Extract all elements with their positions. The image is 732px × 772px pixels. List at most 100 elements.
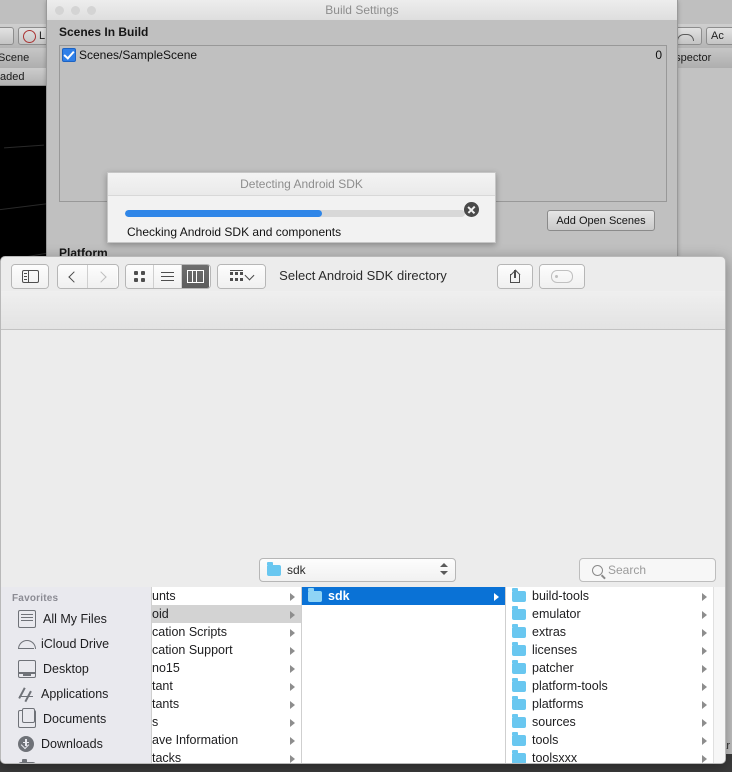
- scene-index-label: 0: [655, 48, 662, 62]
- file-row[interactable]: extras: [506, 623, 713, 641]
- folder-icon: [512, 749, 526, 763]
- disclosure-triangle-icon[interactable]: [702, 719, 707, 727]
- file-row[interactable]: tants: [152, 695, 301, 713]
- sdk-column[interactable]: build-tools emulator extras licenses patcher…: [506, 587, 714, 764]
- disclosure-triangle-icon[interactable]: [494, 593, 499, 601]
- navigation-buttons[interactable]: [57, 264, 119, 289]
- sidebar-toggle-icon: [21, 270, 39, 283]
- file-row-label: sources: [532, 715, 576, 729]
- sidebar-toggle-button[interactable]: [11, 264, 49, 289]
- file-row[interactable]: tant: [152, 677, 301, 695]
- back-button[interactable]: [58, 265, 87, 288]
- column-browser: Favorites All My Files iCloud Drive Desk…: [1, 587, 725, 764]
- file-row-label: platforms: [532, 697, 584, 711]
- disclosure-triangle-icon[interactable]: [702, 629, 707, 637]
- file-row[interactable]: cation Scripts: [152, 623, 301, 641]
- file-row[interactable]: oid: [152, 605, 301, 623]
- disclosure-triangle-icon[interactable]: [702, 701, 707, 709]
- tab-scene[interactable]: Scene: [0, 48, 35, 68]
- disclosure-triangle-icon[interactable]: [290, 647, 295, 655]
- tag-button: [539, 264, 585, 289]
- arrange-grid-icon: [230, 269, 243, 282]
- file-row[interactable]: licenses: [506, 641, 713, 659]
- sidebar-item-icloud-drive[interactable]: iCloud Drive: [1, 631, 151, 656]
- sidebar-item-downloads[interactable]: Downloads: [1, 731, 151, 756]
- disclosure-triangle-icon[interactable]: [290, 719, 295, 727]
- file-row[interactable]: tools: [506, 731, 713, 749]
- cancel-x-icon[interactable]: [464, 202, 479, 217]
- disclosure-triangle-icon[interactable]: [702, 647, 707, 655]
- scene-enabled-checkbox[interactable]: [62, 48, 76, 62]
- file-row[interactable]: sources: [506, 713, 713, 731]
- tag-icon: [551, 270, 573, 283]
- disclosure-triangle-icon[interactable]: [702, 611, 707, 619]
- column-view-icon: [187, 270, 204, 283]
- file-row-label: tacks: [152, 751, 182, 764]
- file-row[interactable]: tacks: [152, 749, 301, 764]
- disclosure-triangle-icon[interactable]: [290, 701, 295, 709]
- disclosure-triangle-icon[interactable]: [290, 593, 295, 601]
- path-popup-button[interactable]: sdk: [259, 558, 456, 582]
- detecting-android-sdk-dialog: Detecting Android SDK Checking Android S…: [107, 172, 496, 243]
- disclosure-triangle-icon[interactable]: [290, 737, 295, 745]
- disclosure-triangle-icon[interactable]: [290, 683, 295, 691]
- panel-sidebar[interactable]: Favorites All My Files iCloud Drive Desk…: [1, 587, 152, 764]
- library-column[interactable]: unts oid cation Scripts cation Support no15 t…: [152, 587, 302, 764]
- file-row[interactable]: toolsxxx: [506, 749, 713, 764]
- file-row[interactable]: emulator: [506, 605, 713, 623]
- file-row[interactable]: no15: [152, 659, 301, 677]
- sidebar-item-label: Pictures: [43, 762, 88, 764]
- file-row[interactable]: ave Information: [152, 731, 301, 749]
- android-column[interactable]: sdk: [302, 587, 506, 763]
- file-row-label: toolsxxx: [532, 751, 578, 764]
- file-row[interactable]: unts: [152, 587, 301, 605]
- scene-list-row[interactable]: Scenes/SampleScene 0: [60, 46, 666, 64]
- disclosure-triangle-icon[interactable]: [702, 593, 707, 601]
- file-row-label: unts: [152, 589, 176, 603]
- view-columns-button[interactable]: [181, 265, 209, 288]
- file-row[interactable]: patcher: [506, 659, 713, 677]
- disclosure-triangle-icon[interactable]: [702, 683, 707, 691]
- sidebar-item-pictures[interactable]: Pictures: [1, 756, 151, 764]
- view-list-button[interactable]: [153, 265, 181, 288]
- disclosure-triangle-icon[interactable]: [702, 755, 707, 763]
- file-row[interactable]: cation Support: [152, 641, 301, 659]
- sidebar-item-all-my-files[interactable]: All My Files: [1, 606, 151, 631]
- disclosure-triangle-icon[interactable]: [290, 665, 295, 673]
- arrange-by-button[interactable]: [217, 264, 266, 289]
- desktop-icon: [18, 659, 36, 678]
- file-row[interactable]: s: [152, 713, 301, 731]
- view-mode-buttons[interactable]: [125, 264, 211, 289]
- sidebar-item-desktop[interactable]: Desktop: [1, 656, 151, 681]
- folder-icon: [267, 561, 281, 576]
- disclosure-triangle-icon[interactable]: [290, 611, 295, 619]
- disclosure-triangle-icon[interactable]: [702, 737, 707, 745]
- unity-account-button[interactable]: Ac: [706, 27, 732, 45]
- forward-button: [87, 265, 117, 288]
- file-row-label: extras: [532, 625, 567, 639]
- build-settings-titlebar[interactable]: Build Settings: [47, 0, 677, 21]
- sidebar-item-documents[interactable]: Documents: [1, 706, 151, 731]
- file-row[interactable]: build-tools: [506, 587, 713, 605]
- column-scrollbar[interactable]: [713, 587, 725, 763]
- unity-transform-tool-button[interactable]: t: [0, 27, 14, 45]
- disclosure-triangle-icon[interactable]: [290, 629, 295, 637]
- file-row[interactable]: platform-tools: [506, 677, 713, 695]
- view-icons-button[interactable]: [126, 265, 153, 288]
- folder-icon: [512, 731, 526, 746]
- sidebar-item-applications[interactable]: Applications: [1, 681, 151, 706]
- file-row[interactable]: platforms: [506, 695, 713, 713]
- file-row[interactable]: sdk: [302, 587, 505, 605]
- disclosure-triangle-icon[interactable]: [290, 755, 295, 763]
- icon-view-icon: [134, 271, 145, 282]
- share-button[interactable]: [497, 264, 533, 289]
- file-row-label: emulator: [532, 607, 581, 621]
- file-row-label: s: [152, 715, 159, 729]
- all-my-files-icon: [18, 609, 36, 628]
- sidebar-item-label: Downloads: [41, 736, 103, 751]
- add-open-scenes-label: Add Open Scenes: [556, 214, 646, 227]
- search-input[interactable]: Search: [579, 558, 716, 582]
- folder-icon: [512, 587, 526, 602]
- add-open-scenes-button[interactable]: Add Open Scenes: [547, 210, 655, 231]
- disclosure-triangle-icon[interactable]: [702, 665, 707, 673]
